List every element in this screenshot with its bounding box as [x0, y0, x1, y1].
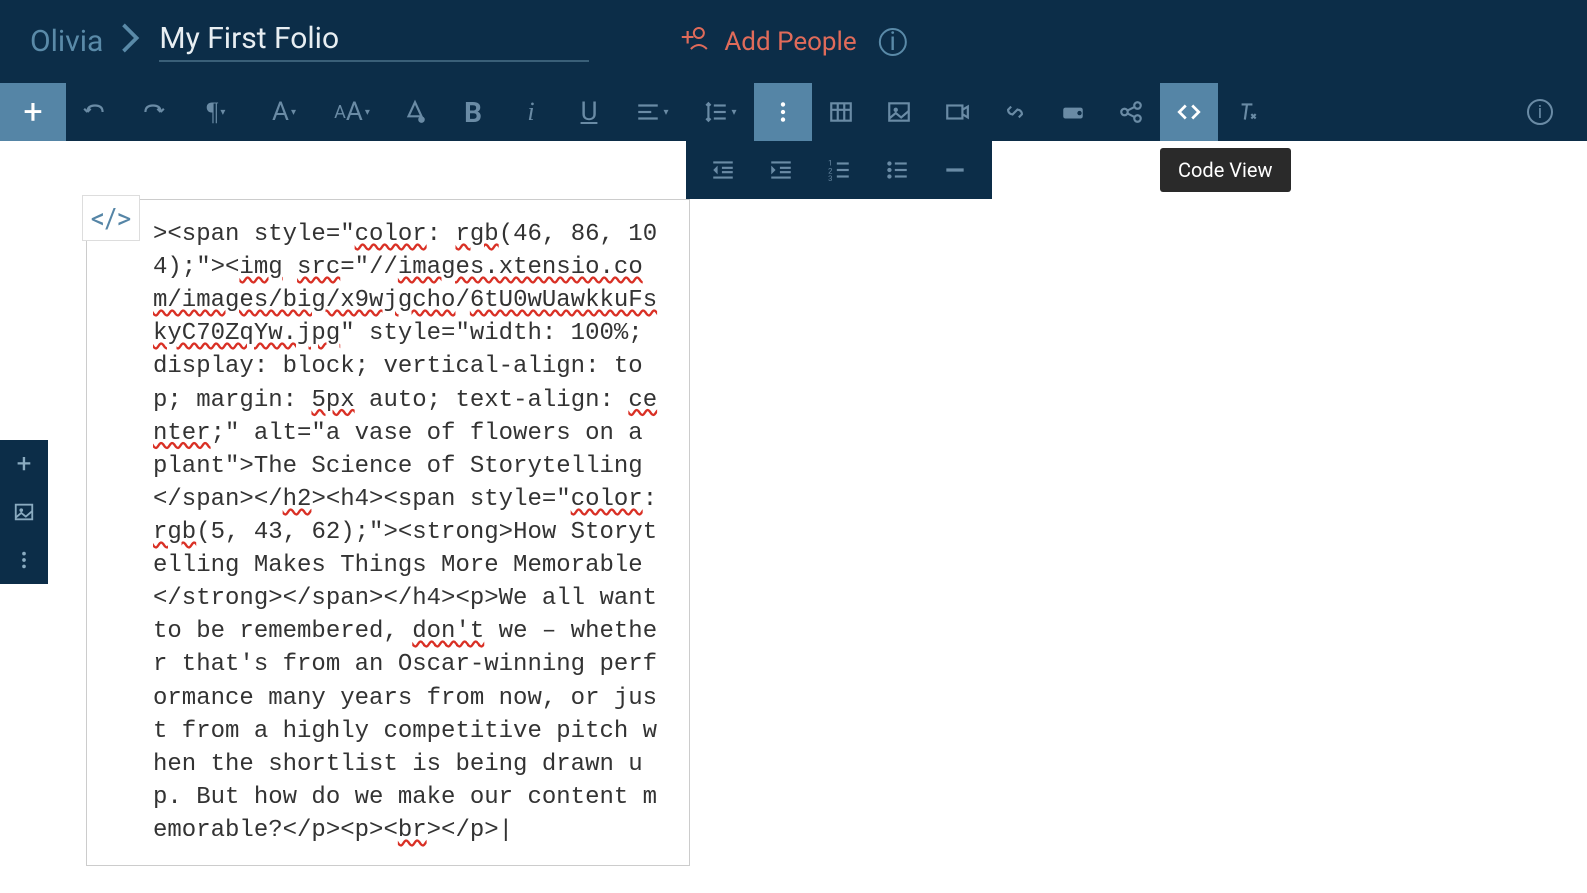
align-button[interactable]: ▾	[618, 83, 686, 141]
add-module-button[interactable]: +	[0, 83, 66, 141]
bold-button[interactable]: B	[444, 83, 502, 141]
svg-text:3: 3	[828, 174, 832, 183]
share-button[interactable]	[1102, 83, 1160, 141]
side-toolbar: +	[0, 440, 48, 584]
info-icon[interactable]: i	[879, 28, 907, 56]
horizontal-rule-button[interactable]	[926, 141, 984, 199]
video-button[interactable]	[928, 83, 986, 141]
toolbar-insert-group	[812, 83, 1276, 141]
image-button[interactable]	[870, 83, 928, 141]
code-textarea[interactable]: ><span style="color: rgb(46, 86, 104);">…	[105, 212, 671, 847]
folio-title-input[interactable]: My First Folio	[159, 21, 589, 62]
help-info-button[interactable]: i	[1511, 83, 1569, 141]
header-bar: Olivia My First Folio + Add People i	[0, 0, 1587, 83]
indent-button[interactable]	[752, 141, 810, 199]
italic-button[interactable]: i	[502, 83, 560, 141]
secondary-toolbar: 123	[686, 141, 992, 199]
outdent-button[interactable]	[694, 141, 752, 199]
add-people-icon[interactable]: +	[680, 25, 710, 58]
side-add-button[interactable]: +	[0, 440, 48, 488]
toolbar-format-group: ¶▾ A▾ AA▾ B i U ▾ ▾	[182, 83, 812, 141]
more-formatting-button[interactable]	[754, 83, 812, 141]
font-family-button[interactable]: A▾	[250, 83, 318, 141]
code-editor-panel: </> ><span style="color: rgb(46, 86, 104…	[86, 199, 690, 866]
code-view-button[interactable]	[1160, 83, 1218, 141]
button-insert-button[interactable]	[1044, 83, 1102, 141]
toolbar-right: i	[1511, 83, 1587, 141]
add-people-button[interactable]: Add People	[724, 27, 856, 57]
code-view-tooltip: Code View	[1160, 148, 1291, 192]
code-toggle-icon[interactable]: </>	[82, 195, 140, 241]
breadcrumb-user[interactable]: Olivia	[30, 24, 103, 59]
paragraph-format-button[interactable]: ¶▾	[182, 83, 250, 141]
side-image-button[interactable]	[0, 488, 48, 536]
ordered-list-button[interactable]: 123	[810, 141, 868, 199]
unordered-list-button[interactable]	[868, 141, 926, 199]
breadcrumb: Olivia My First Folio	[30, 21, 589, 62]
link-button[interactable]	[986, 83, 1044, 141]
font-color-button[interactable]	[386, 83, 444, 141]
underline-button[interactable]: U	[560, 83, 618, 141]
toolbar-history-group	[66, 83, 182, 141]
main-toolbar: + ¶▾ A▾ AA▾ B i U ▾	[0, 83, 1587, 141]
table-button[interactable]	[812, 83, 870, 141]
redo-button[interactable]	[124, 83, 182, 141]
side-more-button[interactable]	[0, 536, 48, 584]
clear-formatting-button[interactable]	[1218, 83, 1276, 141]
header-center: + Add People i	[680, 25, 906, 58]
font-size-button[interactable]: AA▾	[318, 83, 386, 141]
line-height-button[interactable]: ▾	[686, 83, 754, 141]
chevron-right-icon	[121, 23, 141, 61]
undo-button[interactable]	[66, 83, 124, 141]
